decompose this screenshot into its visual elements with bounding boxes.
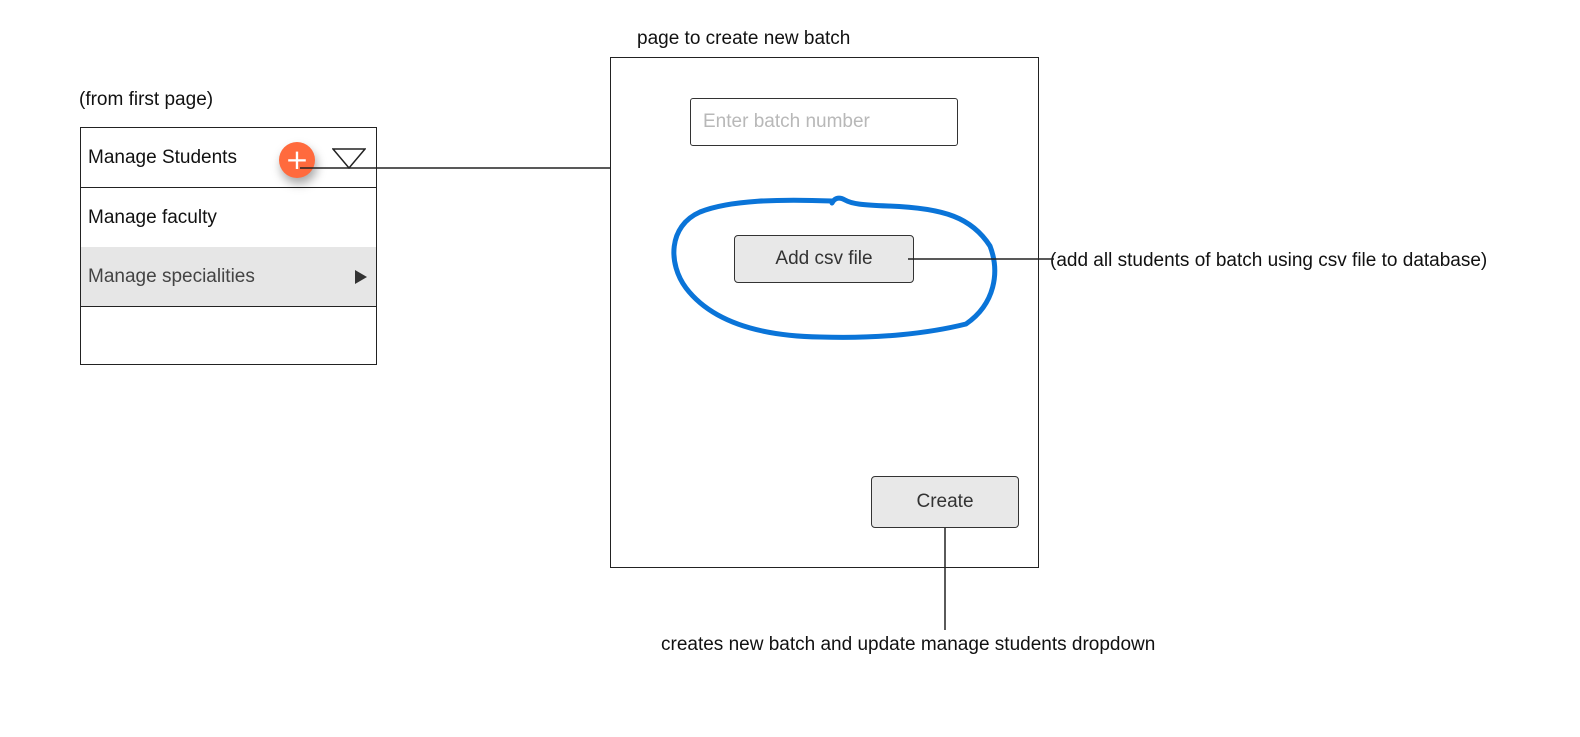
add-csv-button[interactable]: Add csv file — [734, 235, 914, 283]
page-title-note: page to create new batch — [637, 28, 851, 49]
menu-item-manage-faculty[interactable]: Manage faculty — [81, 188, 376, 248]
menu-item-label: Manage specialities — [88, 266, 255, 287]
menu-list: Manage Students + Manage faculty Manage … — [80, 127, 377, 365]
menu-item-label: Manage faculty — [88, 207, 217, 228]
from-first-page-note: (from first page) — [79, 89, 214, 110]
menu-item-label: Manage Students — [88, 147, 237, 168]
menu-item-manage-students[interactable]: Manage Students + — [81, 128, 376, 188]
submenu-arrow-icon — [355, 270, 367, 284]
batch-number-input[interactable] — [690, 98, 958, 146]
add-icon[interactable]: + — [279, 142, 315, 178]
menu-item-manage-specialities[interactable]: Manage specialities — [81, 247, 376, 307]
csv-note: (add all students of batch using csv fil… — [1050, 250, 1488, 271]
menu-item-empty — [81, 306, 376, 366]
create-button[interactable]: Create — [871, 476, 1019, 528]
create-note: creates new batch and update manage stud… — [661, 634, 1156, 655]
dropdown-triangle-icon[interactable] — [332, 148, 366, 170]
